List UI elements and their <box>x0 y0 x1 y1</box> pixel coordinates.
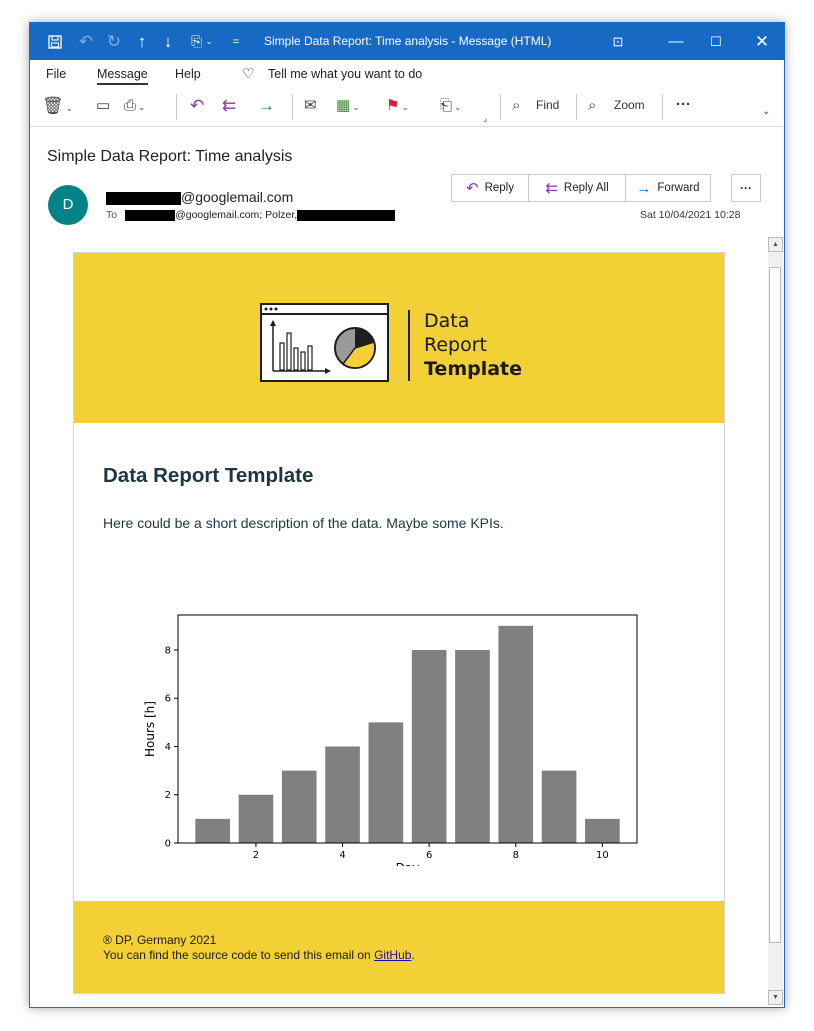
message-subject: Simple Data Report: Time analysis <box>47 148 293 165</box>
outlook-message-window: ↶ ↻ ↑ ↓ ⎘ ⌄ = Simple Data Report: Time a… <box>29 22 785 1008</box>
chart-bar <box>498 625 534 843</box>
y-tick-label: 8 <box>165 645 171 656</box>
chart-bar <box>281 770 317 843</box>
tell-me-search[interactable]: Tell me what you want to do <box>268 67 422 81</box>
chart-bar <box>585 818 620 843</box>
x-tick-label: 8 <box>513 850 519 861</box>
chart-bar <box>238 794 274 843</box>
received-date: Sat 10/04/2021 10:28 <box>640 209 741 221</box>
ribbon-separator <box>500 94 501 120</box>
hours-per-day-bar-chart: 2 4 6 8 10 0 2 4 6 8 Day Hours [h] <box>143 614 638 866</box>
lightbulb-icon: ♡ <box>242 65 255 81</box>
dialog-launcher-icon[interactable]: ⌟ <box>483 108 487 128</box>
reply-all-icon[interactable]: ⇇ <box>222 96 236 116</box>
x-tick-label: 10 <box>596 850 609 861</box>
report-logo-icon <box>260 303 389 382</box>
email-body: Data Report Template Data Report Templat… <box>73 252 725 994</box>
reply-icon[interactable]: ↶ <box>190 96 204 116</box>
undo-icon[interactable]: ↶ <box>74 23 98 60</box>
chart-bar <box>411 649 447 843</box>
ribbon-separator <box>576 94 577 120</box>
reply-button[interactable]: ↶ Reply <box>451 174 529 202</box>
footer-copyright: ® DP, Germany 2021 <box>103 933 217 947</box>
email-header-banner: Data Report Template <box>74 253 724 423</box>
chart-bar <box>368 722 404 843</box>
scroll-thumb[interactable] <box>769 267 781 943</box>
mark-unread-icon[interactable]: ✉ <box>304 96 317 116</box>
more-actions-button[interactable]: ··· <box>731 174 761 202</box>
ribbon-separator <box>662 94 663 120</box>
vertical-scrollbar[interactable]: ▲ ▼ <box>768 237 783 1005</box>
logo-divider <box>408 310 410 381</box>
report-description: Here could be a short description of the… <box>103 515 504 531</box>
forward-button[interactable]: → Forward <box>625 174 711 202</box>
more-commands-button[interactable]: ··· <box>676 96 691 113</box>
save-icon[interactable] <box>40 23 70 60</box>
rules-icon[interactable]: ⎘ ⌄ <box>182 23 222 60</box>
tab-help[interactable]: Help <box>175 67 201 81</box>
menu-bar: File Message Help ♡ Tell me what you wan… <box>30 60 784 88</box>
email-content: Data Report Template Here could be a sho… <box>74 423 724 902</box>
find-button[interactable]: Find <box>536 98 559 112</box>
y-axis-label: Hours [h] <box>143 701 157 757</box>
delete-icon[interactable]: 🗑 ⌄ <box>42 96 73 118</box>
y-tick-label: 2 <box>165 790 171 801</box>
zoom-button[interactable]: Zoom <box>614 98 645 112</box>
previous-item-icon[interactable]: ↑ <box>130 23 154 60</box>
redo-icon[interactable]: ↻ <box>102 23 126 60</box>
ribbon-separator <box>176 94 177 120</box>
chart-bar <box>541 770 577 843</box>
scroll-down-icon[interactable]: ▼ <box>768 990 783 1005</box>
flag-icon[interactable]: ⚑ ⌄ <box>386 96 409 117</box>
minimize-button[interactable]: — <box>654 23 698 60</box>
email-footer: ® DP, Germany 2021 You can find the sour… <box>74 901 724 993</box>
sender-address[interactable]: @googlemail.com <box>106 189 293 205</box>
move-icon[interactable]: ⎙ ⌄ <box>124 96 146 117</box>
forward-icon: → <box>636 179 652 197</box>
scroll-up-icon[interactable]: ▲ <box>768 237 783 252</box>
tab-message[interactable]: Message <box>97 67 148 85</box>
x-tick-label: 6 <box>426 850 432 861</box>
forward-icon[interactable]: → <box>258 96 275 116</box>
chart-bar <box>325 746 360 843</box>
redacted-block <box>125 209 176 221</box>
sender-avatar[interactable]: D <box>48 185 88 225</box>
window-title: Simple Data Report: Time analysis - Mess… <box>264 34 552 48</box>
close-button[interactable]: ✕ <box>740 23 784 60</box>
find-icon[interactable]: ⌕ <box>512 96 520 116</box>
maximize-button[interactable]: ☐ <box>694 23 738 60</box>
github-link[interactable]: GitHub <box>374 948 411 962</box>
logo-text: Data Report Template <box>424 310 523 380</box>
reply-all-button[interactable]: ⇇ Reply All <box>528 174 626 202</box>
y-tick-label: 0 <box>165 839 171 850</box>
zoom-icon[interactable]: ⌕ <box>588 96 596 116</box>
ribbon-separator <box>292 94 293 120</box>
footer-source-line: You can find the source code to send thi… <box>103 948 415 962</box>
redacted-block <box>297 209 396 221</box>
report-title: Data Report Template <box>103 464 314 487</box>
expand-ribbon-icon[interactable]: ⌄ <box>762 102 770 122</box>
customize-toolbar-icon[interactable]: = <box>226 23 246 60</box>
x-axis-label: Day <box>396 861 420 866</box>
reply-all-icon: ⇇ <box>545 179 558 197</box>
recipients-line: To @googlemail.com; Polzer, <box>106 209 396 221</box>
chart-bar <box>455 649 490 843</box>
next-item-icon[interactable]: ↓ <box>156 23 180 60</box>
reply-icon: ↶ <box>466 179 479 197</box>
x-tick-label: 4 <box>339 850 345 861</box>
tab-file[interactable]: File <box>46 67 66 81</box>
x-tick-label: 2 <box>253 850 259 861</box>
chart-bar <box>195 818 230 843</box>
y-tick-label: 4 <box>165 742 171 753</box>
categorize-icon[interactable]: ▦ ⌄ <box>336 96 360 117</box>
ribbon-display-options-icon[interactable]: ⊡ <box>596 23 640 60</box>
translate-icon[interactable]: ⎗ ⌄ <box>440 96 462 117</box>
title-bar: ↶ ↻ ↑ ↓ ⎘ ⌄ = Simple Data Report: Time a… <box>30 23 784 60</box>
archive-icon[interactable]: ▭ <box>96 96 110 116</box>
y-tick-label: 6 <box>165 694 171 705</box>
ribbon: 🗑 ⌄ ▭ ⎙ ⌄ ↶ ⇇ → ✉ ▦ ⌄ ⚑ ⌄ ⎗ ⌄ ⌟ ⌕ Find ⌕ Zoom… <box>30 88 784 127</box>
redacted-block <box>106 191 181 205</box>
